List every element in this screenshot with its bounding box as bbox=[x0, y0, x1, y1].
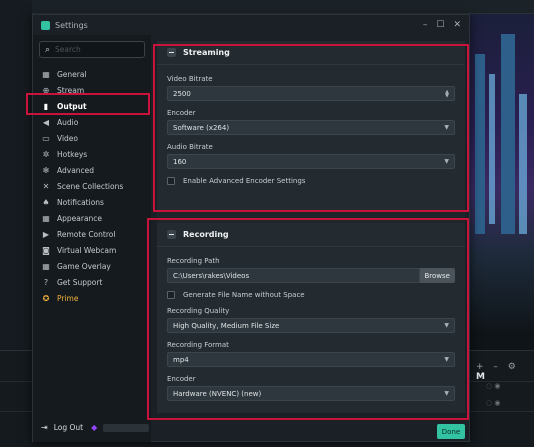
sidebar-item-prime[interactable]: ✪ Prime bbox=[33, 290, 151, 306]
prime-icon: ✪ bbox=[42, 293, 50, 303]
sidebar-item-virtual-webcam[interactable]: ◙ Virtual Webcam bbox=[33, 242, 151, 258]
preview-building bbox=[489, 74, 495, 224]
sidebar-item-get-support[interactable]: ? Get Support bbox=[33, 274, 151, 290]
title-bar[interactable]: Settings – ☐ ✕ bbox=[33, 15, 469, 35]
background-preview bbox=[467, 14, 534, 334]
help-icon: ? bbox=[43, 277, 49, 287]
highlight-output bbox=[26, 93, 150, 115]
sidebar-item-label: General bbox=[57, 69, 87, 79]
grid-icon: ▦ bbox=[42, 69, 50, 79]
mixer-label: M bbox=[476, 372, 485, 382]
overlay-icon: ▦ bbox=[42, 261, 50, 271]
app-logo-icon bbox=[41, 20, 50, 30]
bell-icon: ♠ bbox=[42, 197, 50, 207]
sidebar-item-label: Virtual Webcam bbox=[57, 245, 117, 255]
settings-icon[interactable]: ⚙ bbox=[508, 362, 516, 372]
sidebar-item-hotkeys[interactable]: ✲ Hotkeys bbox=[33, 146, 151, 162]
source-row-icons[interactable]: ◌ ◉ bbox=[486, 399, 500, 407]
sidebar-item-scene-collections[interactable]: ✕ Scene Collections bbox=[33, 178, 151, 194]
sidebar-item-label: Hotkeys bbox=[57, 149, 88, 159]
sidebar-item-label: Advanced bbox=[57, 165, 95, 175]
sidebar-item-video[interactable]: ▭ Video bbox=[33, 130, 151, 146]
sidebar-item-label: Remote Control bbox=[57, 229, 116, 239]
source-row-icons[interactable]: ◌ ◉ bbox=[486, 382, 500, 390]
logout-label: Log Out bbox=[53, 423, 84, 432]
gear-icon: ✲ bbox=[42, 149, 50, 159]
sidebar-item-label: Appearance bbox=[57, 213, 103, 223]
sidebar-item-label: Get Support bbox=[57, 277, 103, 287]
preview-building bbox=[475, 54, 485, 234]
twitch-icon: ◆ bbox=[91, 423, 98, 432]
sidebar-item-label: Prime bbox=[57, 293, 79, 303]
sidebar-item-notifications[interactable]: ♠ Notifications bbox=[33, 194, 151, 210]
window-title: Settings bbox=[55, 20, 88, 30]
sidebar-item-appearance[interactable]: ▦ Appearance bbox=[33, 210, 151, 226]
sidebar-item-label: Audio bbox=[57, 117, 79, 127]
play-circle-icon: ▶ bbox=[42, 229, 50, 239]
video-icon: ▭ bbox=[42, 133, 50, 143]
logout-button[interactable]: ⇥ Log Out ◆ bbox=[41, 423, 150, 432]
highlight-recording bbox=[147, 218, 469, 420]
speaker-icon: ◀ bbox=[42, 117, 50, 127]
minimize-icon[interactable]: – bbox=[423, 20, 428, 30]
camera-icon: ◙ bbox=[42, 245, 50, 255]
done-button[interactable]: Done bbox=[437, 424, 465, 439]
sidebar-item-label: Video bbox=[57, 133, 79, 143]
sidebar-item-label: Scene Collections bbox=[57, 181, 124, 191]
preview-building bbox=[519, 94, 527, 234]
sidebar-item-general[interactable]: ▦ General bbox=[33, 66, 151, 82]
logout-icon: ⇥ bbox=[41, 423, 48, 432]
scene-controls: + – ⚙ M bbox=[476, 362, 534, 382]
username-redacted bbox=[103, 423, 150, 432]
sidebar-item-advanced[interactable]: ✻ Advanced bbox=[33, 162, 151, 178]
gears-icon: ✻ bbox=[42, 165, 50, 175]
maximize-icon[interactable]: ☐ bbox=[436, 20, 444, 30]
sidebar-item-game-overlay[interactable]: ▦ Game Overlay bbox=[33, 258, 151, 274]
background-topbar bbox=[0, 0, 534, 14]
window-controls: – ☐ ✕ bbox=[423, 20, 469, 30]
search-placeholder: Search bbox=[55, 45, 81, 54]
sidebar-item-audio[interactable]: ◀ Audio bbox=[33, 114, 151, 130]
remove-icon[interactable]: – bbox=[493, 362, 498, 372]
highlight-streaming bbox=[153, 44, 469, 212]
sidebar-item-label: Game Overlay bbox=[57, 261, 111, 271]
preview-building bbox=[501, 34, 515, 234]
tools-icon: ✕ bbox=[42, 181, 50, 191]
search-input[interactable]: ⌕ Search bbox=[39, 41, 145, 58]
sidebar-item-label: Notifications bbox=[57, 197, 104, 207]
search-icon: ⌕ bbox=[45, 44, 51, 55]
sidebar-item-remote-control[interactable]: ▶ Remote Control bbox=[33, 226, 151, 242]
add-icon[interactable]: + bbox=[476, 362, 484, 372]
appearance-icon: ▦ bbox=[42, 213, 50, 223]
close-icon[interactable]: ✕ bbox=[453, 20, 461, 30]
